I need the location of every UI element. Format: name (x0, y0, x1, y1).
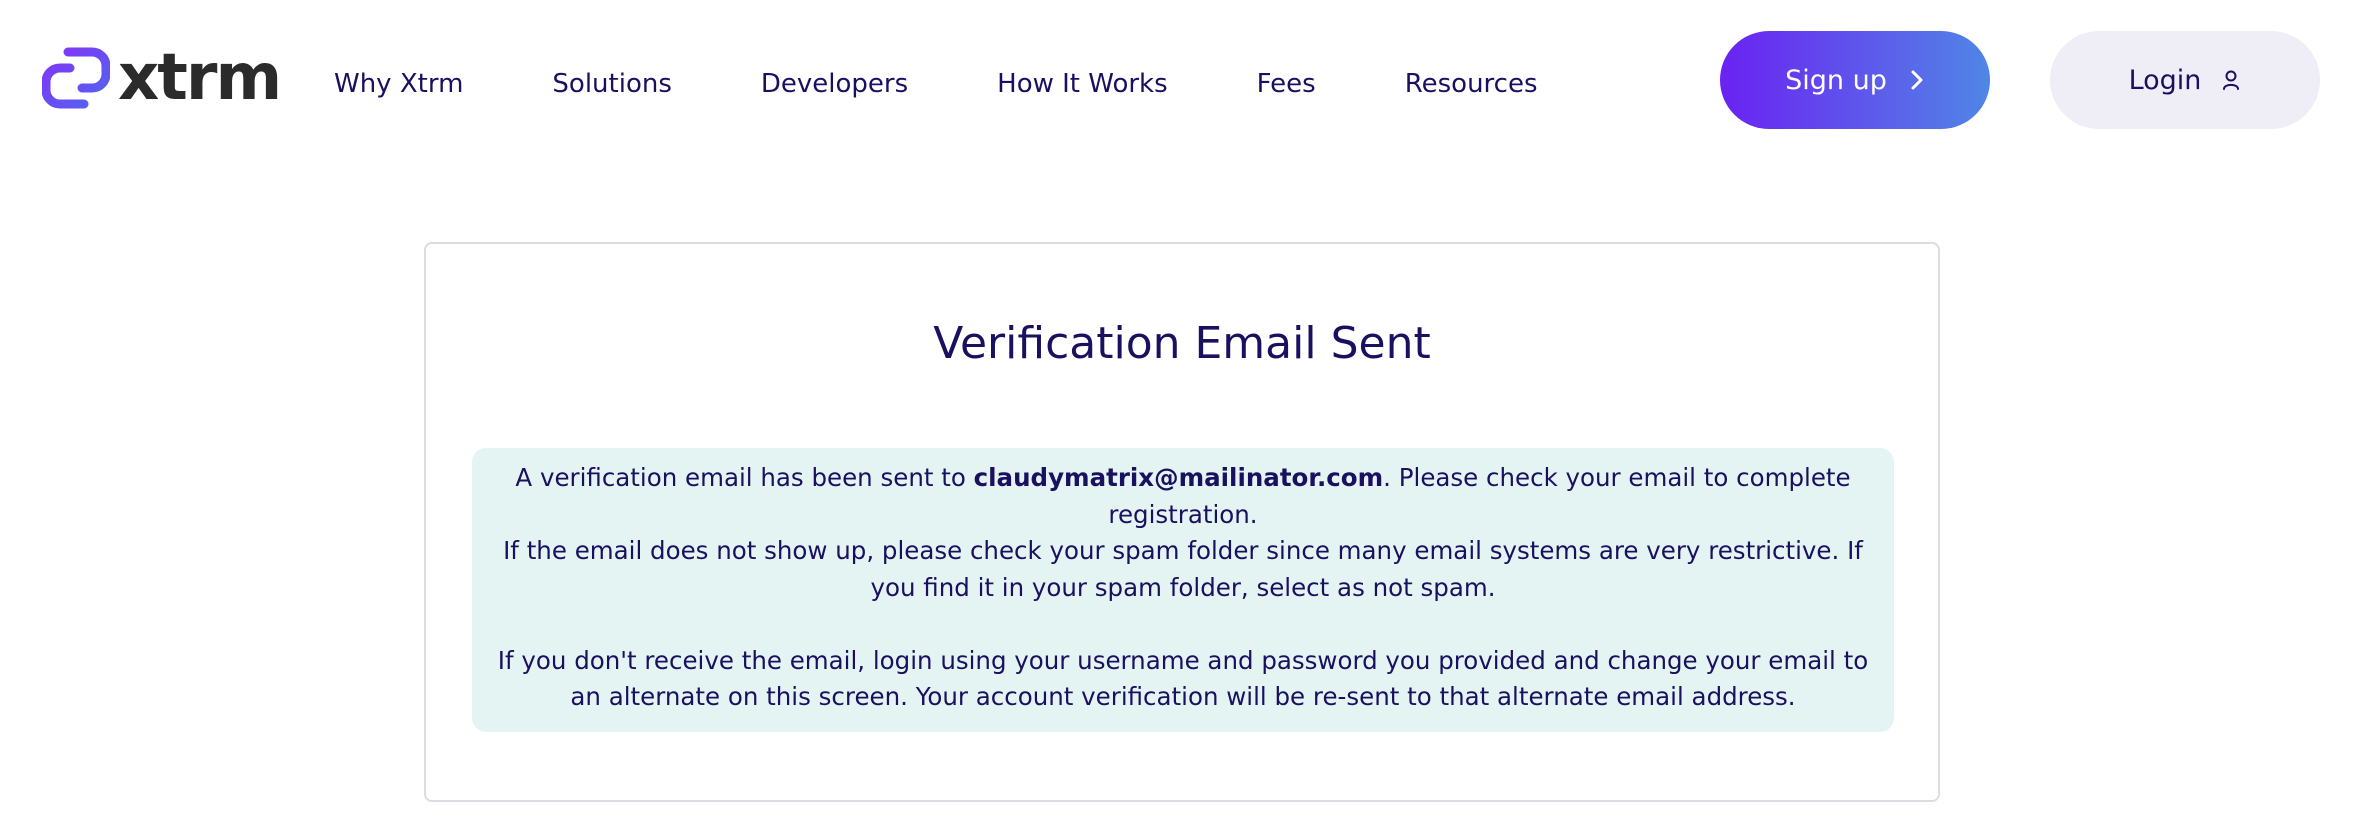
notice-paragraph-2: If the email does not show up, please ch… (503, 536, 1863, 602)
notice-spacer (486, 606, 1880, 643)
xtrm-logo-mark-icon (42, 47, 110, 109)
nav-developers[interactable]: Developers (761, 62, 908, 106)
notice-email-address: claudymatrix@mailinator.com (973, 463, 1384, 492)
logo-wordmark: xtrm (118, 41, 282, 115)
xtrm-logo[interactable]: xtrm (42, 41, 282, 115)
user-icon (2221, 69, 2241, 91)
nav-how-it-works[interactable]: How It Works (997, 62, 1168, 106)
chevron-right-icon (1909, 68, 1925, 92)
nav-why-xtrm[interactable]: Why Xtrm (334, 62, 463, 106)
main-nav: Why Xtrm Solutions Developers How It Wor… (334, 62, 1538, 106)
page-title: Verification Email Sent (933, 318, 1431, 369)
signup-label: Sign up (1785, 64, 1887, 96)
verification-card: Verification Email Sent A verification e… (424, 242, 1940, 802)
nav-fees[interactable]: Fees (1257, 62, 1316, 106)
verification-notice: A verification email has been sent to cl… (472, 448, 1894, 732)
signup-button[interactable]: Sign up (1720, 31, 1990, 129)
site-header: xtrm Why Xtrm Solutions Developers How I… (0, 0, 2360, 160)
login-label: Login (2128, 64, 2202, 96)
nav-resources[interactable]: Resources (1405, 62, 1538, 106)
login-button[interactable]: Login (2050, 31, 2320, 129)
notice-paragraph-1: A verification email has been sent to cl… (486, 460, 1880, 533)
notice-line1-prefix: A verification email has been sent to (515, 463, 974, 492)
nav-solutions[interactable]: Solutions (552, 62, 671, 106)
notice-paragraph-3: If you don't receive the email, login us… (497, 645, 1869, 712)
